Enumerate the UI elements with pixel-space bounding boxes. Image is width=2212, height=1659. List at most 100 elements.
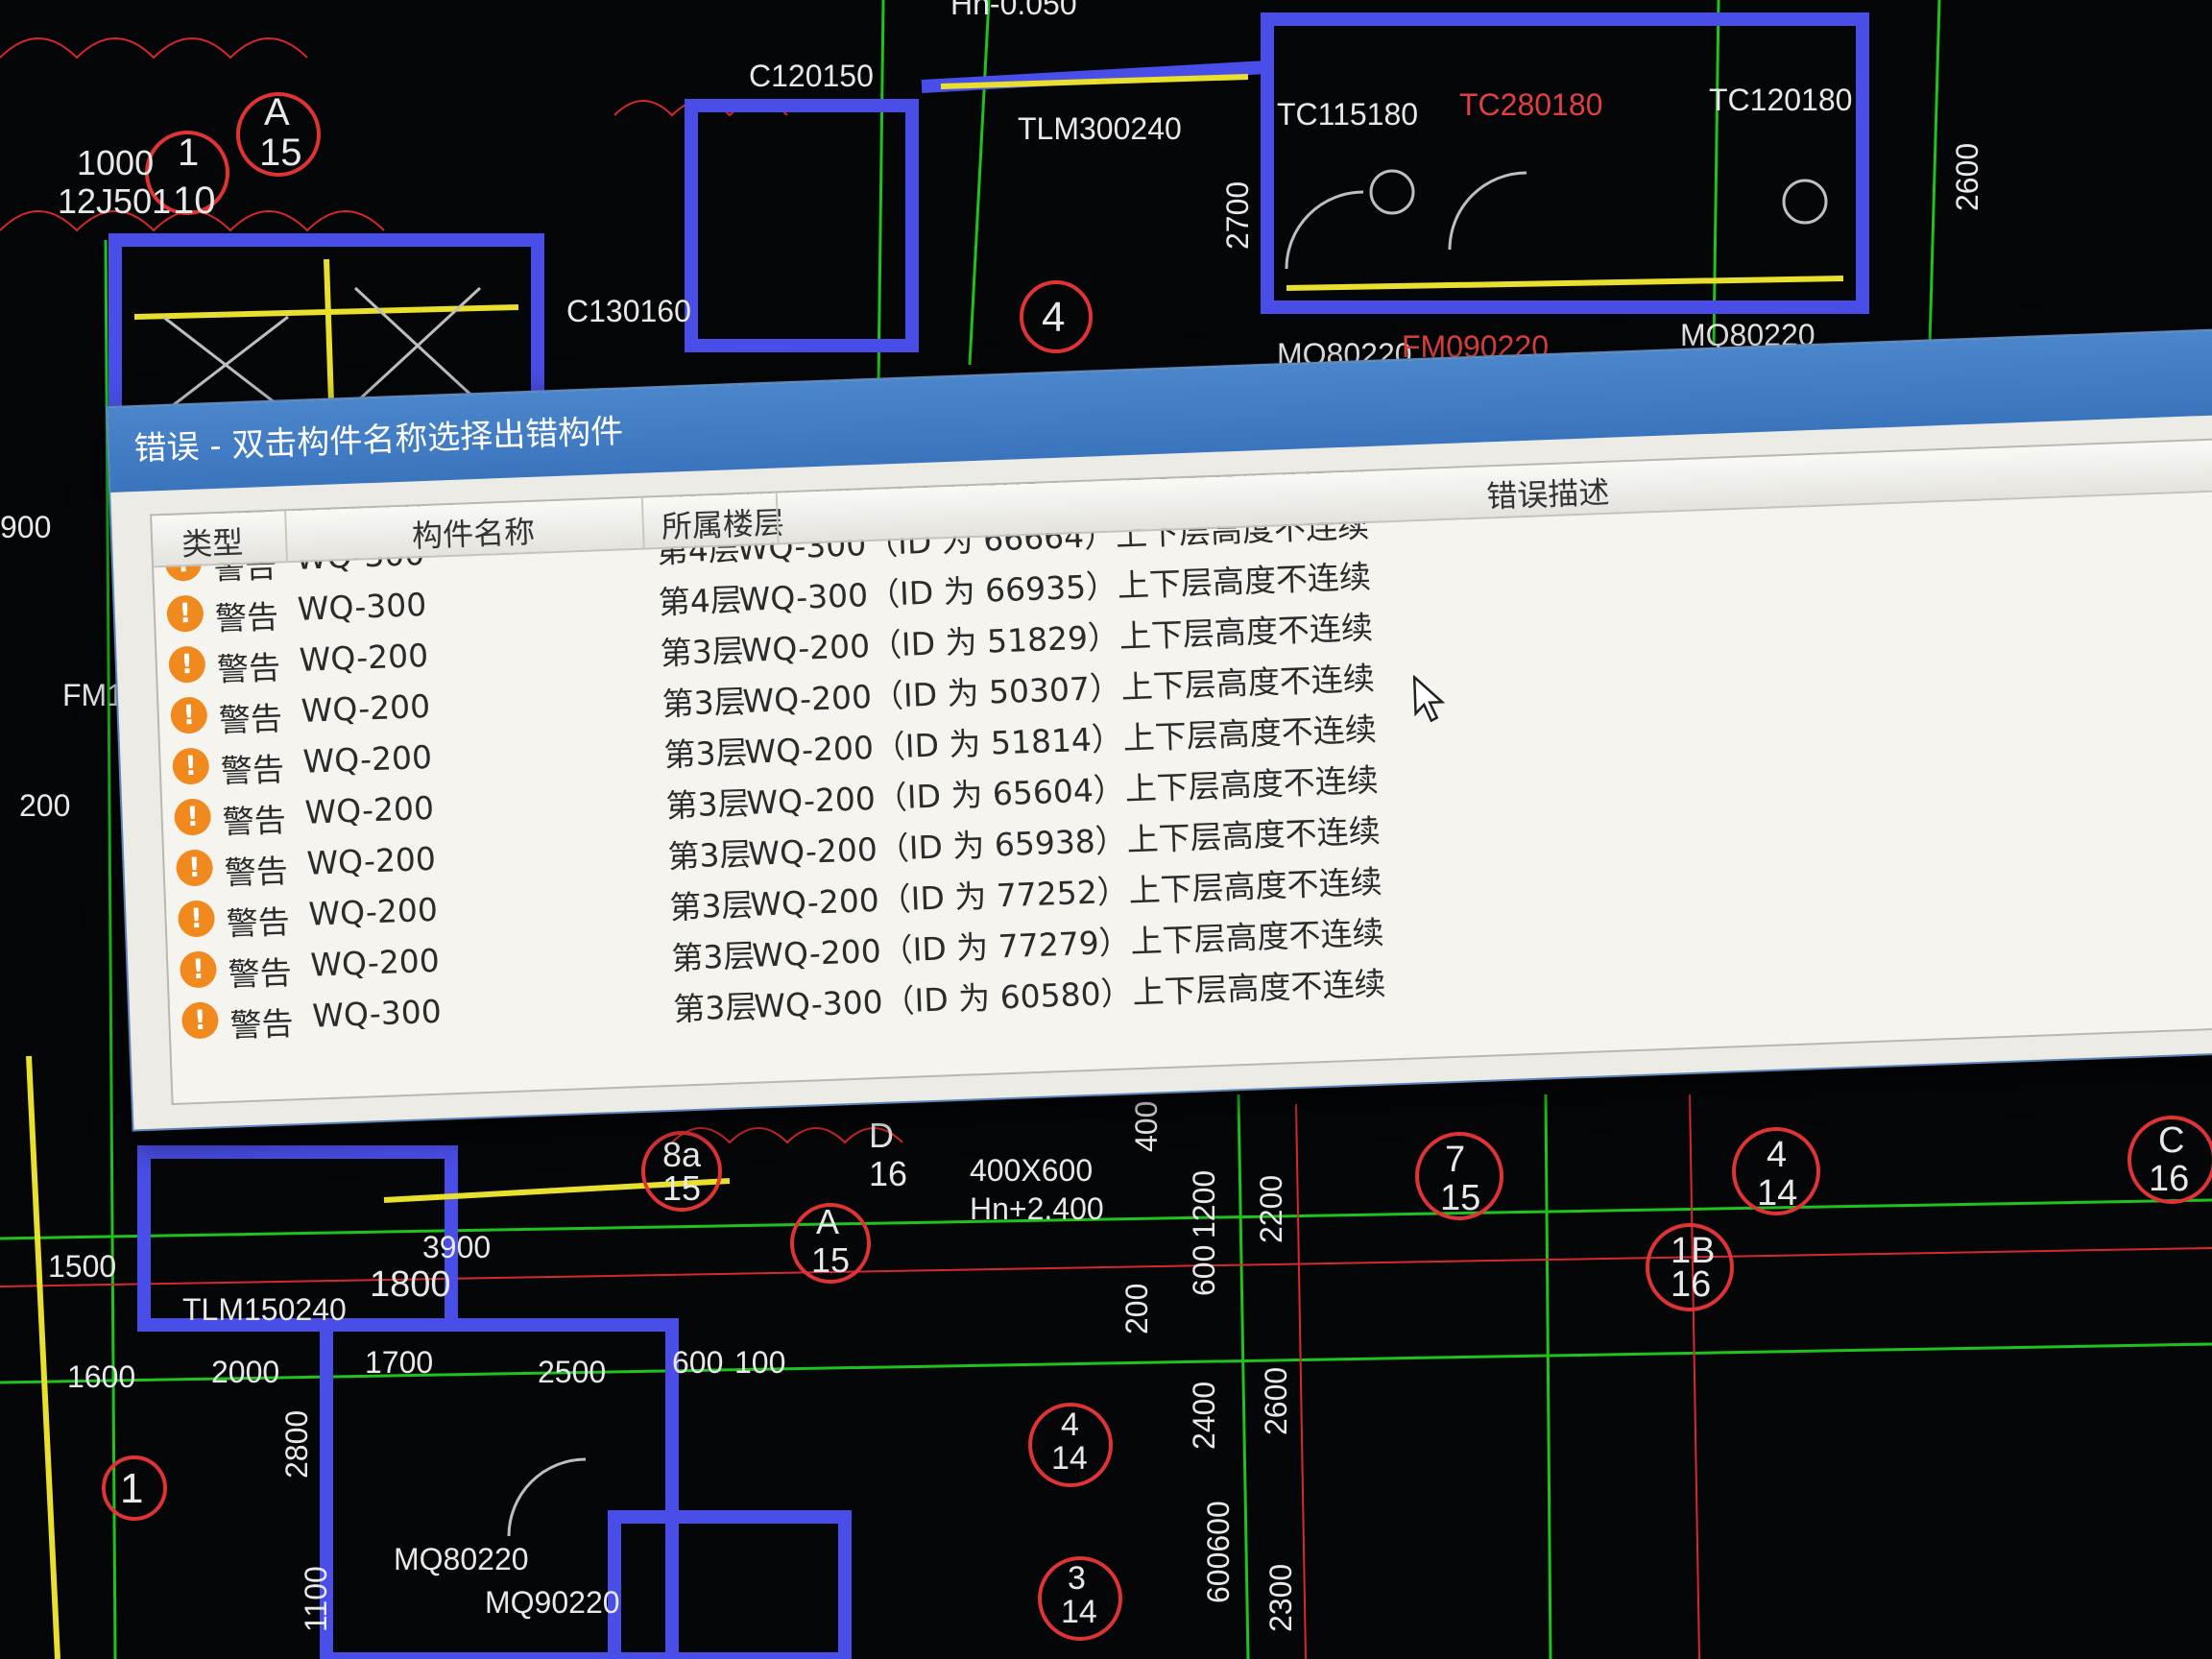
warning-icon: !: [170, 696, 208, 734]
column-header-name[interactable]: 构件名称: [411, 508, 536, 557]
cad-label-43: 15: [1440, 1178, 1480, 1218]
column-header-type[interactable]: 类型: [180, 518, 244, 565]
cad-label-36: 2600: [1259, 1367, 1293, 1435]
row-type: 警告: [220, 750, 285, 790]
cad-label-31: 1200: [1187, 1170, 1221, 1238]
row-floor: 第3层: [660, 631, 745, 673]
row-name[interactable]: WQ-200: [304, 789, 435, 831]
cad-label-52: D: [869, 1116, 894, 1155]
cad-label-20: 1500: [48, 1249, 116, 1284]
row-floor: 第3层: [664, 783, 751, 825]
row-type: 警告: [224, 852, 289, 892]
cad-label-7: 2600: [1978, 183, 2046, 218]
row-floor: 第3层: [662, 733, 749, 774]
row-name[interactable]: WQ-300: [312, 993, 443, 1035]
cad-label-58: 3: [1068, 1560, 1086, 1597]
cad-label-49: 16: [2149, 1159, 2189, 1199]
cad-label-5: TC280180: [1459, 87, 1602, 122]
row-name[interactable]: WQ-200: [306, 840, 437, 882]
cad-label-29: 600: [672, 1345, 723, 1380]
warning-icon: !: [175, 849, 214, 887]
row-type: 警告: [228, 953, 293, 994]
cad-label-15: 1: [178, 132, 199, 174]
cad-label-34: 200: [1119, 1284, 1154, 1334]
cad-label-1: TLM300240: [1018, 111, 1182, 146]
cad-label-64: 200: [19, 788, 70, 823]
row-name[interactable]: WQ-300: [297, 586, 427, 628]
column-header-floor[interactable]: 所属楼层: [661, 498, 785, 547]
cad-label-39: 400: [1129, 1101, 1164, 1152]
cad-label-33: 600: [1187, 1245, 1221, 1296]
cad-label-6: TC120180: [1709, 83, 1852, 117]
row-floor: 第3层: [661, 682, 747, 724]
error-dialog[interactable]: 错误 - 双击构件名称选择出错构件 类型 构件名称 所属楼层 错误描述 ! 警告…: [108, 328, 2212, 1130]
cad-label-55: 15: [811, 1240, 850, 1280]
row-type: 警告: [218, 699, 283, 739]
cad-label-57: 14: [1051, 1440, 1088, 1477]
warning-icon: !: [179, 950, 218, 989]
cad-label-12: Hn-0.050: [950, 0, 1077, 21]
cad-label-38: 2300: [1263, 1564, 1298, 1632]
row-name[interactable]: WQ-200: [310, 942, 441, 984]
cad-label-45: 14: [1757, 1173, 1797, 1214]
row-type: 警告: [214, 597, 279, 638]
cad-label-35: 2400: [1187, 1382, 1221, 1450]
row-type: 警告: [222, 801, 287, 841]
cad-label-0: C120150: [749, 59, 874, 93]
warning-icon: !: [177, 900, 216, 938]
cad-label-42: 7: [1445, 1140, 1465, 1180]
cad-label-63: MQ90220: [485, 1585, 620, 1620]
cad-label-30: 100: [734, 1345, 785, 1380]
row-floor: 第3层: [670, 936, 757, 977]
column-header-description[interactable]: 错误描述: [1485, 469, 1610, 517]
cad-label-47: 16: [1671, 1264, 1711, 1305]
cad-label-21: 1600: [67, 1359, 135, 1394]
row-type: 警告: [226, 902, 291, 943]
cad-label-32: 2200: [1254, 1175, 1288, 1243]
row-name[interactable]: WQ-200: [299, 637, 429, 679]
cad-label-22: 2000: [211, 1355, 279, 1389]
cad-label-40: 400X600: [970, 1153, 1093, 1188]
cad-label-4: TC115180: [1277, 97, 1418, 132]
cad-label-24: 1100: [299, 1566, 333, 1632]
cad-label-53: 16: [869, 1154, 907, 1193]
cad-label-16: 10: [173, 180, 216, 222]
cad-label-26: 1800: [370, 1264, 451, 1305]
warning-icon: !: [173, 798, 212, 836]
cad-label-18: 12J501: [58, 181, 171, 221]
cad-label-60: 1: [120, 1465, 143, 1512]
mouse-pointer-icon: [1412, 674, 1446, 723]
cad-label-61: TLM150240: [182, 1292, 347, 1327]
cad-label-62: MQ80220: [394, 1542, 529, 1576]
row-type: 警告: [216, 648, 281, 688]
cad-label-56: 4: [1061, 1407, 1079, 1443]
dialog-title: 错误 - 双击构件名称选择出错构件: [132, 412, 624, 469]
cad-label-13: 4: [1042, 294, 1065, 341]
cad-label-17: A: [264, 91, 290, 133]
cad-label-2: 2700: [1220, 181, 1255, 250]
cad-label-23: 2800: [279, 1410, 314, 1479]
row-floor: 第3层: [672, 987, 758, 1028]
cad-label-27: 1700: [365, 1345, 433, 1380]
row-name[interactable]: WQ-200: [302, 738, 433, 781]
cad-label-37: 600600: [1201, 1501, 1236, 1603]
cad-label-28: 2500: [538, 1355, 606, 1389]
warning-icon: !: [166, 594, 204, 633]
cad-label-65: 900: [0, 510, 51, 544]
cad-label-3: 2600: [1950, 143, 1984, 211]
cad-label-19: 1000: [77, 143, 154, 182]
warning-icon: !: [168, 645, 206, 684]
cad-label-54: A: [816, 1202, 839, 1241]
cad-label-14: 15: [259, 132, 302, 174]
row-floor: 第3层: [668, 885, 755, 926]
cad-label-25: 3900: [422, 1230, 491, 1264]
cad-label-41: Hn+2.400: [970, 1191, 1104, 1226]
row-floor: 第4层: [658, 580, 743, 622]
row-name[interactable]: WQ-200: [308, 891, 439, 933]
cad-label-44: 4: [1767, 1135, 1787, 1175]
error-list[interactable]: 类型 构件名称 所属楼层 错误描述 ! 警告 WQ-200 第4层 WQ-200…: [150, 436, 2212, 1106]
warning-icon: !: [180, 1001, 220, 1040]
row-name[interactable]: WQ-200: [301, 687, 431, 730]
row-type: 警告: [228, 1004, 295, 1045]
warning-icon: !: [172, 747, 210, 785]
